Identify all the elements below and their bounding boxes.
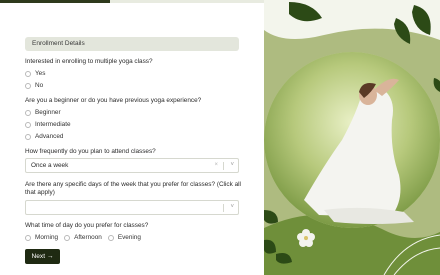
yoga-illustration (264, 0, 440, 275)
radio-intermediate-label: Intermediate (35, 121, 71, 128)
radio-yes-label: Yes (35, 70, 46, 77)
clear-icon[interactable]: × (214, 159, 218, 172)
next-button[interactable]: Next → (25, 249, 60, 264)
progress-bar (0, 0, 264, 3)
radio-no-label: No (35, 82, 44, 89)
radio-yes[interactable]: Yes (25, 70, 45, 77)
radio-circle[interactable] (107, 234, 114, 241)
radio-advanced[interactable]: Advanced (25, 133, 63, 140)
radio-circle[interactable] (25, 121, 31, 128)
radio-circle[interactable] (25, 109, 31, 116)
question-multiple-classes: Interested in enrolling to multiple yoga… (25, 58, 153, 65)
question-time-of-day: What time of day do you prefer for class… (25, 222, 149, 229)
radio-no[interactable]: No (25, 82, 43, 89)
radio-beginner[interactable]: Beginner (25, 109, 61, 116)
radio-evening[interactable]: Evening (107, 234, 141, 241)
days-select[interactable]: ˅ (25, 200, 239, 215)
radio-evening-label: Evening (117, 234, 141, 241)
radio-circle[interactable] (25, 133, 31, 140)
radio-beginner-label: Beginner (35, 109, 61, 116)
chevron-down-icon[interactable]: ˅ (230, 159, 234, 172)
radio-circle[interactable] (64, 234, 71, 241)
radio-intermediate[interactable]: Intermediate (25, 121, 71, 128)
chevron-down-icon[interactable]: ˅ (230, 201, 234, 214)
select-divider (223, 204, 224, 212)
select-divider (223, 162, 224, 170)
question-frequency: How frequently do you plan to attend cla… (25, 148, 156, 155)
question-experience: Are you a beginner or do you have previo… (25, 97, 202, 104)
frequency-select-value: Once a week (31, 162, 69, 169)
radio-advanced-label: Advanced (35, 133, 64, 140)
decorative-image-panel (264, 0, 440, 275)
radio-afternoon-label: Afternoon (74, 234, 102, 241)
frequency-select[interactable]: Once a week × ˅ (25, 158, 239, 173)
radio-circle[interactable] (25, 234, 31, 241)
question-days-line1: Are there any specific days of the week … (25, 181, 241, 188)
radio-circle[interactable] (25, 82, 31, 89)
time-of-day-options: Morning Afternoon Evening (25, 234, 147, 241)
progress-fill (0, 0, 110, 3)
radio-afternoon[interactable]: Afternoon (64, 234, 102, 241)
enrollment-form: Enrollment Details Interested in enrolli… (25, 37, 241, 264)
radio-morning[interactable]: Morning (25, 234, 58, 241)
question-days-line2: that apply) (25, 189, 55, 196)
radio-circle[interactable] (25, 70, 31, 77)
section-header: Enrollment Details (25, 37, 239, 51)
radio-morning-label: Morning (35, 234, 59, 241)
